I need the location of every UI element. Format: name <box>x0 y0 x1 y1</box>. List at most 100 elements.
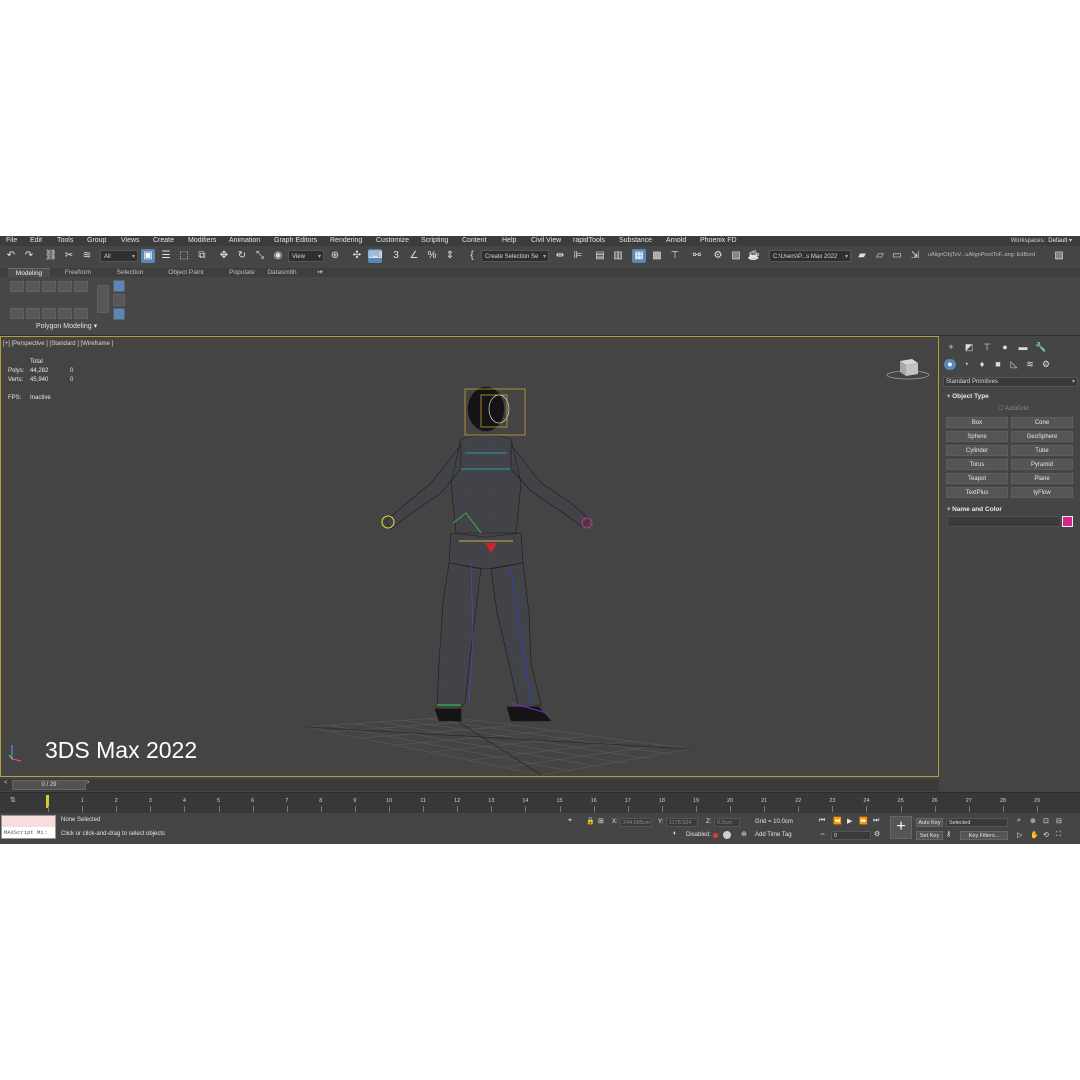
project-path-dropdown[interactable]: C:\Users\P...s Max 2022 <box>769 250 851 262</box>
object-color-swatch[interactable] <box>1062 516 1073 527</box>
tab-freeform[interactable]: Freeform <box>58 268 98 277</box>
mirror-icon[interactable]: ⇹ <box>553 249 567 263</box>
reference-coord-dropdown[interactable]: View <box>288 250 324 262</box>
menu-file[interactable]: File <box>6 237 17 244</box>
menu-tools[interactable]: Tools <box>57 237 73 244</box>
menu-content[interactable]: Content <box>462 237 487 244</box>
time-tag-icon[interactable]: ⊛ <box>741 830 747 838</box>
orbit-icon[interactable]: ⟲ <box>1043 831 1049 839</box>
sphere-button[interactable]: Sphere <box>946 431 1008 442</box>
ribbon-options-icon[interactable]: ▪▾ <box>312 268 328 277</box>
modify-mode-button[interactable] <box>10 308 24 319</box>
key-mode-toggle-icon[interactable]: ⇔ <box>819 831 826 838</box>
show-end-result-button[interactable] <box>58 308 72 319</box>
select-by-name-icon[interactable]: ☰ <box>159 249 173 263</box>
time-slider[interactable]: < 0 / 29 > <box>0 779 939 791</box>
place-icon[interactable]: ◉ <box>271 249 285 263</box>
z-coordinate-field[interactable]: 0.0cm <box>714 818 740 827</box>
set-keys-plus-icon[interactable]: + <box>890 816 912 839</box>
play-icon[interactable]: ▶ <box>847 817 852 825</box>
geosphere-button[interactable]: GeoSphere <box>1011 431 1073 442</box>
add-time-tag-button[interactable]: Add Time Tag <box>755 832 792 838</box>
snaps-toggle-icon[interactable]: 3 <box>389 249 403 263</box>
mini-curve-editor-icon[interactable]: ⇅ <box>10 796 16 804</box>
menu-group[interactable]: Group <box>87 237 106 244</box>
tab-datasmith[interactable]: Datasmith <box>262 268 302 277</box>
tab-populate[interactable]: Populate <box>222 268 262 277</box>
shapes-category-icon[interactable]: ◔ <box>960 359 972 370</box>
go-to-end-icon[interactable]: ⏭ <box>873 817 879 825</box>
material-editor-icon[interactable]: ⚯ <box>690 249 704 263</box>
selection-filter-dropdown[interactable]: All <box>100 250 138 262</box>
tube-button[interactable]: Tube <box>1011 445 1073 456</box>
scene-explorer-icon[interactable]: ▤ <box>593 249 607 263</box>
zoom-icon[interactable]: ⌕ <box>1017 817 1021 825</box>
selection-lock-icon[interactable]: 🔒 <box>586 817 595 825</box>
time-configuration-icon[interactable]: ⚙ <box>874 830 880 838</box>
menu-customize[interactable]: Customize <box>376 237 409 244</box>
edit-named-selection-icon[interactable]: { <box>465 249 479 263</box>
preserve-uvs-button[interactable] <box>26 308 40 319</box>
name-and-color-rollout-title[interactable]: Name and Color <box>947 505 1002 513</box>
open-file-icon[interactable]: ▰ <box>855 249 869 263</box>
select-manipulate-icon[interactable]: ✣ <box>350 249 364 263</box>
project-folder-icon[interactable]: ▭ <box>890 249 904 263</box>
layer-explorer-icon[interactable]: ▥ <box>611 249 625 263</box>
menu-phoenix-fd[interactable]: Phoenix FD <box>700 237 737 244</box>
redo-icon[interactable]: ↷ <box>22 249 36 263</box>
menu-create[interactable]: Create <box>153 237 174 244</box>
element-mode-button[interactable] <box>74 281 88 292</box>
save-file-icon[interactable]: ▱ <box>873 249 887 263</box>
next-frame-arrow-icon[interactable]: > <box>86 780 90 786</box>
maximize-viewport-icon[interactable]: ⛶ <box>1056 831 1061 839</box>
polygon-mode-button[interactable] <box>58 281 72 292</box>
percent-snap-icon[interactable]: % <box>425 249 439 263</box>
x-coordinate-field[interactable]: 244.685cm <box>620 818 652 827</box>
textplus-button[interactable]: TextPlus <box>946 487 1008 498</box>
use-nurms-button[interactable] <box>113 280 125 292</box>
key-icon[interactable]: ⚷ <box>946 830 951 838</box>
track-bar[interactable]: ⇅ 1 2 3 4 5 6 7 8 9 10 11 12 13 14 15 16 17 18 19 20 21 22 23 2… <box>0 792 1080 813</box>
menu-rendering[interactable]: Rendering <box>330 237 362 244</box>
isolate-selection-icon[interactable]: ⌖ <box>568 817 572 825</box>
bind-spacewarp-icon[interactable]: ≋ <box>80 249 94 263</box>
box-button[interactable]: Box <box>946 417 1008 428</box>
hierarchy-tab-icon[interactable]: ⊤ <box>981 342 993 353</box>
render-production-icon[interactable]: ☕ <box>747 249 761 263</box>
rendered-frame-window-icon[interactable]: ▨ <box>729 249 743 263</box>
scale-icon[interactable]: ⤡ <box>253 249 267 263</box>
geometry-type-dropdown[interactable]: Standard Primitives <box>943 377 1078 387</box>
menu-graph-editors[interactable]: Graph Editors <box>274 237 317 244</box>
keyboard-shortcut-toggle-icon[interactable]: ⌨ <box>368 249 382 263</box>
undo-icon[interactable]: ↶ <box>4 249 18 263</box>
current-frame-field[interactable]: 0 <box>831 831 871 840</box>
maxscript-listener[interactable]: MAXScript Mi: <box>1 815 56 839</box>
autogrid-checkbox[interactable]: ☐ AutoGrid <box>998 405 1028 412</box>
named-selection-set-dropdown[interactable]: Create Selection Se <box>481 250 549 262</box>
menu-help[interactable]: Help <box>502 237 516 244</box>
disabled-indicator-icon[interactable] <box>713 833 718 838</box>
curve-editor-icon[interactable]: ▩ <box>650 249 664 263</box>
zoom-all-icon[interactable]: ⊕ <box>1030 817 1036 825</box>
viewport-label-menu[interactable]: [+] [Perspective ] [Standard ] [Wirefram… <box>3 341 113 347</box>
systems-category-icon[interactable]: ⚙ <box>1040 359 1052 370</box>
select-object-icon[interactable]: ▣ <box>141 249 155 263</box>
create-tab-icon[interactable]: + <box>945 342 957 353</box>
collapse-stack-button[interactable] <box>42 308 56 319</box>
unlink-icon[interactable]: ✂ <box>62 249 76 263</box>
menu-animation[interactable]: Animation <box>229 237 260 244</box>
y-coordinate-field[interactable]: 1178.524 <box>666 818 698 827</box>
utilities-tab-icon[interactable]: 🔧 <box>1035 342 1047 353</box>
time-config-icon[interactable] <box>723 831 731 839</box>
spinner-snap-icon[interactable]: ⇕ <box>443 249 457 263</box>
key-filter-selected-dropdown[interactable]: Selected <box>946 818 1008 827</box>
pan-icon[interactable]: ✋ <box>1030 831 1039 839</box>
cameras-category-icon[interactable]: ■ <box>992 359 1004 370</box>
character-wireframe-model[interactable] <box>361 373 611 753</box>
modify-tab-icon[interactable]: ◩ <box>963 342 975 353</box>
spacewarps-category-icon[interactable]: ≋ <box>1024 359 1036 370</box>
motion-tab-icon[interactable]: ● <box>999 342 1011 353</box>
set-key-button[interactable]: Set Key <box>916 831 943 840</box>
border-mode-button[interactable] <box>42 281 56 292</box>
absolute-mode-icon[interactable]: ⊞ <box>598 817 604 825</box>
